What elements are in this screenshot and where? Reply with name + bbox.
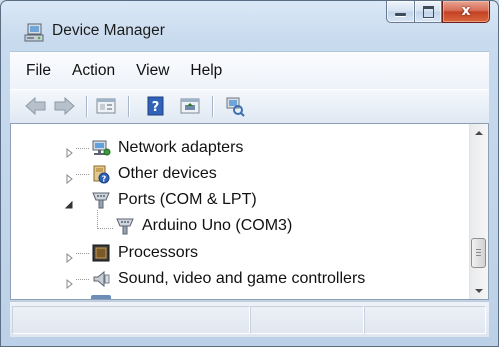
partial-tree-item-icon [91, 295, 111, 299]
vertical-scrollbar[interactable] [469, 124, 488, 299]
tree-item-label: Arduino Uno (COM3) [142, 217, 293, 234]
minimize-icon [395, 13, 406, 16]
tree-connector [97, 228, 113, 230]
maximize-button[interactable] [415, 1, 442, 23]
back-arrow-icon[interactable] [24, 95, 50, 117]
menu-help[interactable]: Help [182, 62, 230, 80]
tree-item-label: Ports (COM & LPT) [118, 191, 257, 208]
scroll-up-arrow-icon[interactable] [470, 124, 488, 142]
scroll-down-arrow-icon[interactable] [470, 281, 488, 299]
close-icon: x [461, 3, 471, 19]
device-manager-window: Device Manager x File Action View Help ?… [0, 0, 499, 347]
network-adapter-icon [91, 138, 111, 158]
tree-item-other-devices[interactable]: ? Other devices [91, 161, 217, 187]
tree-item-arduino-uno[interactable]: Arduino Uno (COM3) [115, 213, 292, 239]
tree-item-label: Processors [118, 244, 199, 261]
menu-action[interactable]: Action [64, 62, 123, 80]
menu-view[interactable]: View [128, 62, 177, 80]
tree-item-processors[interactable]: Processors [91, 240, 198, 266]
tree-connector [76, 253, 89, 255]
toolbar-separator [128, 96, 129, 117]
expand-arrow-icon[interactable] [65, 248, 75, 267]
status-pane [12, 306, 250, 334]
help-icon[interactable]: ? [144, 95, 170, 117]
window-title: Device Manager [52, 22, 165, 39]
scroll-thumb[interactable] [471, 238, 486, 268]
tree-item-sound-video[interactable]: Sound, video and game controllers [91, 266, 365, 292]
grip-icon [476, 249, 481, 257]
scan-hardware-icon[interactable] [222, 95, 248, 117]
maximize-icon [423, 6, 434, 18]
tree-item-label: Network adapters [118, 139, 244, 156]
toolbar-separator [212, 96, 213, 117]
close-button[interactable]: x [442, 1, 490, 23]
tree-item-label: Sound, video and game controllers [118, 270, 366, 287]
title-bar[interactable]: Device Manager x [1, 1, 498, 51]
properties-icon[interactable] [94, 95, 120, 117]
speaker-icon [91, 269, 111, 289]
status-pane [250, 306, 364, 334]
forward-arrow-icon[interactable] [52, 95, 78, 117]
expand-arrow-icon[interactable] [65, 274, 75, 293]
device-manager-app-icon [23, 23, 45, 47]
collapse-arrow-icon[interactable] [64, 195, 74, 214]
tree-connector [76, 279, 89, 281]
menu-bar: File Action View Help [10, 51, 489, 90]
expand-arrow-icon[interactable] [65, 169, 75, 188]
toolbar-separator [86, 96, 87, 117]
processor-icon [91, 243, 111, 263]
device-tree[interactable]: Network adapters ? Other devices Ports (… [10, 123, 489, 300]
svg-text:?: ? [102, 175, 107, 184]
tree-item-ports[interactable]: Ports (COM & LPT) [91, 187, 257, 213]
svg-text:?: ? [152, 100, 160, 115]
tree-connector [76, 174, 89, 176]
status-bar [10, 301, 489, 337]
expand-arrow-icon[interactable] [65, 143, 75, 162]
port-icon [91, 190, 111, 210]
toolbar: ? [10, 89, 489, 124]
caption-buttons: x [386, 1, 490, 27]
minimize-button[interactable] [386, 1, 415, 23]
tree-item-label: Other devices [118, 165, 217, 182]
tree-item-network-adapters[interactable]: Network adapters [91, 135, 243, 161]
port-icon [115, 216, 135, 236]
unknown-device-icon: ? [91, 164, 111, 184]
menu-file[interactable]: File [26, 62, 59, 80]
tree-connector [76, 148, 89, 150]
status-pane [364, 306, 486, 334]
update-driver-icon[interactable] [178, 95, 204, 117]
